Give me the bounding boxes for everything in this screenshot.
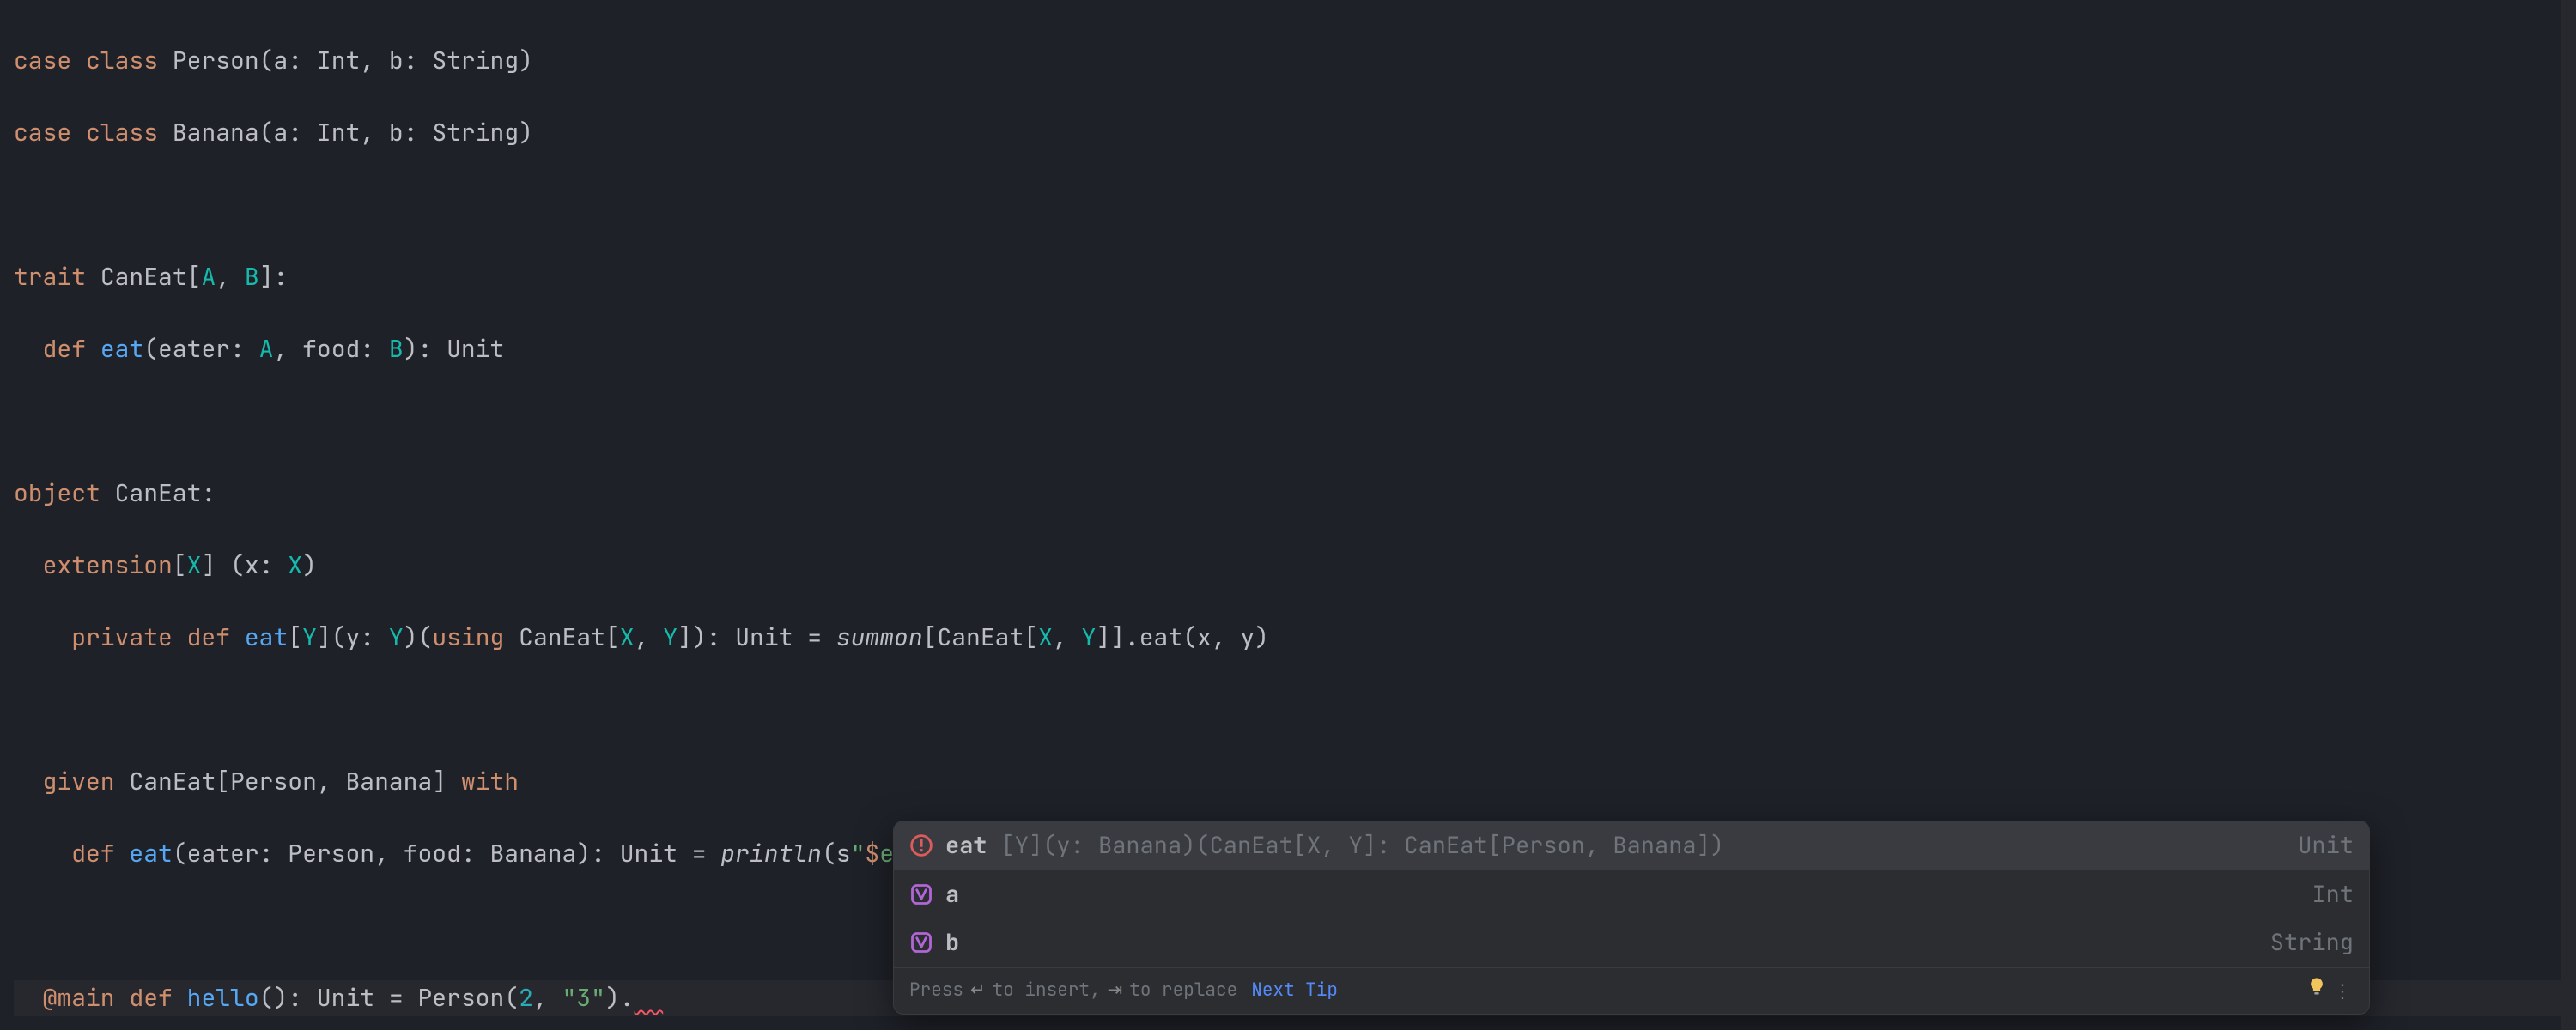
completion-signature: [Y](y: Banana)(CanEat[X, Y]: CanEat[Pers… [1001, 828, 2269, 863]
keyword-given: given [43, 766, 115, 797]
call-println: println [720, 838, 822, 869]
class-name: Person [173, 45, 259, 76]
code-line: private def eat[Y](y: Y)(using CanEat[X,… [14, 620, 2562, 656]
keyword-def: def [43, 333, 86, 365]
val-icon [909, 930, 933, 954]
annotation-main: @main [43, 982, 115, 1014]
completion-item[interactable]: b String [894, 918, 2369, 967]
completion-item[interactable]: eat [Y](y: Banana)(CanEat[X, Y]: CanEat[… [894, 821, 2369, 870]
error-method-icon [909, 833, 933, 857]
lightbulb-icon[interactable] [2307, 977, 2326, 1004]
keyword-extension: extension [43, 549, 173, 581]
tab-key-icon: ⇥ [1108, 977, 1123, 1004]
keyword-trait: trait [14, 261, 86, 293]
next-tip-link[interactable]: Next Tip [1251, 977, 1338, 1004]
error-underline [635, 982, 664, 1014]
method-name: eat [100, 333, 143, 365]
completion-footer: Press ↵ to insert, ⇥ to replace Next Tip… [894, 967, 2369, 1014]
enter-key-icon: ↵ [970, 977, 986, 1004]
code-line [14, 692, 2562, 728]
more-menu-icon[interactable]: ⋮ [2333, 977, 2354, 1005]
completion-item[interactable]: a Int [894, 870, 2369, 919]
completion-name: a [945, 879, 959, 910]
keyword-using: using [432, 621, 504, 653]
completion-return-type: Int [2294, 877, 2354, 912]
code-line [14, 403, 2562, 439]
code-line: object CanEat: [14, 476, 2562, 512]
code-line: def eat(eater: A, food: B): Unit [14, 331, 2562, 367]
keyword-private: private [71, 621, 173, 653]
code-line: extension[X] (x: X) [14, 548, 2562, 584]
code-line: case class Banana(a: Int, b: String) [14, 115, 2562, 151]
keyword-object: object [14, 477, 100, 509]
call-summon: summon [836, 621, 923, 653]
completion-return-type: String [2253, 925, 2354, 960]
completion-return-type: Unit [2281, 828, 2354, 863]
code-line [14, 187, 2562, 223]
code-line: case class Person(a: Int, b: String) [14, 43, 2562, 79]
keyword-class: class [86, 45, 158, 76]
code-line: given CanEat[Person, Banana] with [14, 764, 2562, 800]
val-icon [909, 882, 933, 906]
completion-popup: eat [Y](y: Banana)(CanEat[X, Y]: CanEat[… [893, 821, 2370, 1015]
completion-name: eat [945, 830, 987, 861]
completion-name: b [945, 927, 959, 958]
code-line: trait CanEat[A, B]: [14, 259, 2562, 295]
keyword-with: with [461, 766, 519, 797]
keyword-case: case [14, 45, 71, 76]
footer-hint: Press [909, 977, 963, 1004]
